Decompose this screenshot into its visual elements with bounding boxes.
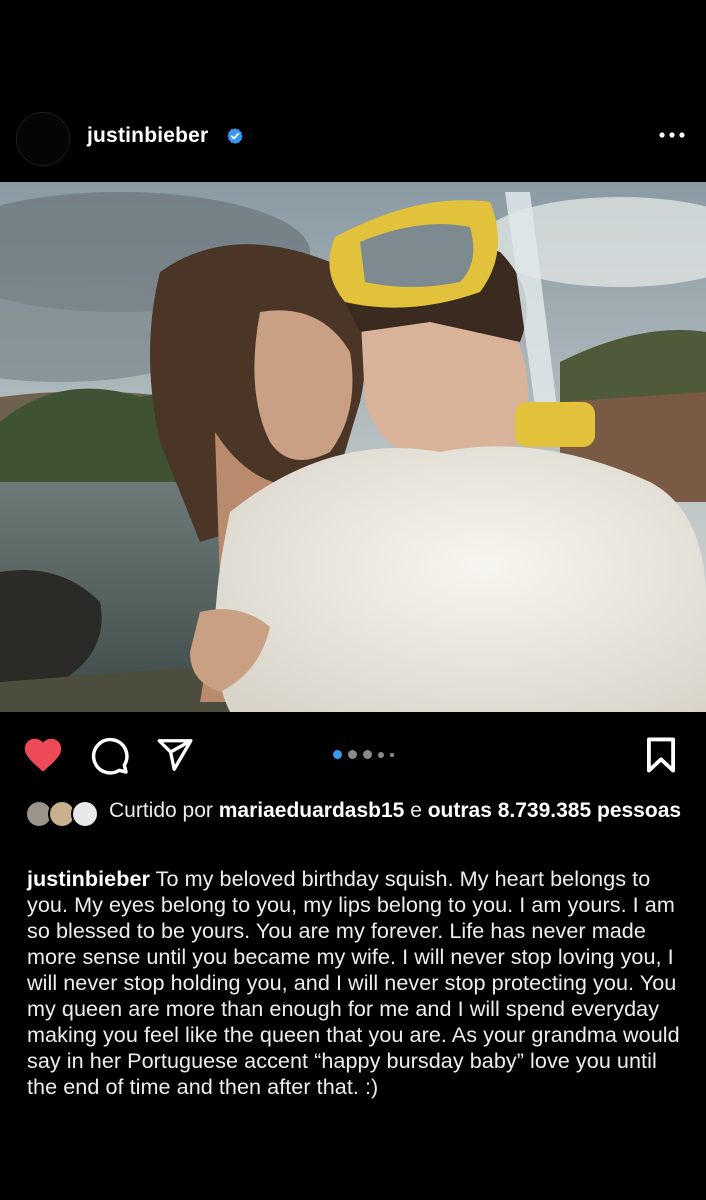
- likes-text: Curtido por mariaeduardasb15 e outras 8.…: [109, 798, 689, 824]
- carousel-indicator: [333, 750, 394, 759]
- liker-avatar: [71, 800, 99, 828]
- likes-others-count[interactable]: outras 8.739.385: [428, 799, 591, 822]
- likes-suffix[interactable]: pessoas: [597, 799, 681, 822]
- bookmark-icon[interactable]: [645, 736, 677, 774]
- carousel-dot: [348, 750, 357, 759]
- carousel-dot: [363, 750, 372, 759]
- likes-summary[interactable]: Curtido por mariaeduardasb15 e outras 8.…: [0, 796, 706, 856]
- post-photo[interactable]: [0, 182, 706, 712]
- heart-filled-icon[interactable]: [22, 735, 64, 773]
- carousel-dot-active: [333, 750, 342, 759]
- post-header: justinbieber: [0, 100, 706, 170]
- caption-text: To my beloved birthday squish. My heart …: [27, 866, 680, 1099]
- username[interactable]: justinbieber: [87, 124, 208, 148]
- likes-prefix: Curtido por: [109, 799, 213, 822]
- send-icon[interactable]: [155, 736, 195, 774]
- comment-icon[interactable]: [90, 736, 130, 776]
- caption-username[interactable]: justinbieber: [27, 866, 150, 891]
- liker-username[interactable]: mariaeduardasb15: [219, 799, 405, 822]
- more-horizontal-icon[interactable]: [657, 130, 687, 140]
- photo-illustration: [0, 182, 706, 712]
- post-caption: justinbieber To my beloved birthday squi…: [27, 866, 692, 1100]
- verified-badge-icon: [227, 128, 243, 144]
- likes-connector: e: [410, 799, 422, 822]
- carousel-dot: [378, 751, 384, 758]
- carousel-dot: [390, 752, 394, 757]
- action-bar: [0, 722, 706, 782]
- avatar[interactable]: [16, 112, 70, 166]
